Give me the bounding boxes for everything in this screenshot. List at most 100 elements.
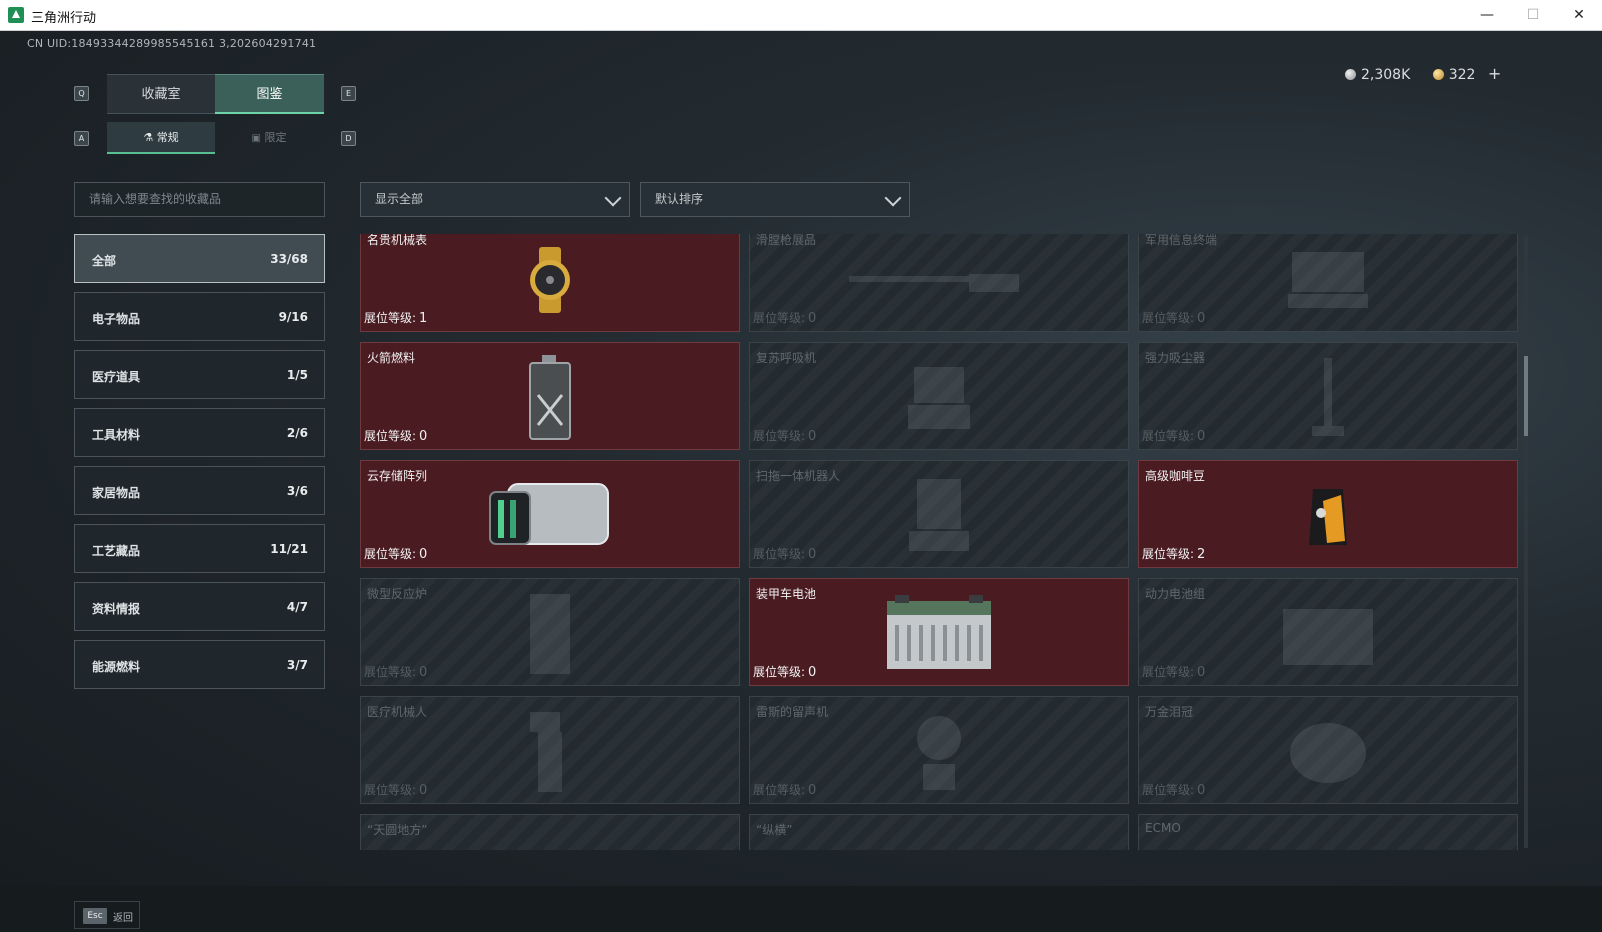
category-electronics[interactable]: 电子物品 9/16 — [74, 292, 325, 341]
item-level: 展位等级: 0 — [753, 663, 816, 680]
level-value: 1 — [419, 311, 428, 326]
close-button[interactable]: ✕ — [1556, 0, 1602, 31]
tab-collection-room[interactable]: 收藏室 — [107, 74, 215, 114]
category-energy[interactable]: 能源燃料 3/7 — [74, 640, 325, 689]
item-card[interactable]: 雷斯的留声机 展位等级: 0 — [749, 696, 1129, 804]
chevron-down-icon — [604, 189, 622, 207]
sort-dropdown[interactable]: 默认排序 — [640, 182, 910, 217]
category-household[interactable]: 家居物品 3/6 — [74, 466, 325, 515]
esc-key-hint: Esc — [83, 908, 107, 924]
footer-bar: Esc 返回 — [0, 886, 1602, 932]
item-name: 高级咖啡豆 — [1145, 469, 1206, 483]
battery-icon — [887, 595, 991, 670]
item-card[interactable]: 名贵机械表 展位等级: 1 — [360, 234, 740, 332]
item-card[interactable]: 滑膛枪展品 展位等级: 0 — [749, 234, 1129, 332]
title-bar: 三角洲行动 — ☐ ✕ — [0, 0, 1602, 31]
back-label: 返回 — [113, 913, 133, 924]
subtab-regular[interactable]: ⚗ 常规 — [107, 122, 215, 154]
currency-bar: 2,308K 322 + — [1345, 64, 1501, 83]
item-level: 展位等级: 0 — [753, 309, 816, 326]
level-value: 0 — [419, 783, 428, 798]
level-value: 0 — [419, 547, 428, 562]
item-card[interactable]: 装甲车电池 展位等级: 0 — [749, 578, 1129, 686]
category-count: 9/16 — [278, 310, 308, 324]
category-count: 3/7 — [286, 658, 308, 672]
level-label: 展位等级: — [364, 783, 417, 797]
fuel-can-icon — [529, 355, 571, 441]
subtab-regular-label: 常规 — [156, 131, 179, 144]
item-card[interactable]: ECMO — [1138, 814, 1518, 850]
category-crafts[interactable]: 工艺藏品 11/21 — [74, 524, 325, 573]
category-label: 工艺藏品 — [92, 544, 141, 558]
item-card[interactable]: 云存储阵列 展位等级: 0 — [360, 460, 740, 568]
item-card[interactable]: “天圆地方” — [360, 814, 740, 850]
category-intel[interactable]: 资料情报 4/7 — [74, 582, 325, 631]
medical-robot-icon — [530, 712, 562, 793]
scrollbar-thumb[interactable] — [1524, 356, 1528, 436]
filter-value: 显示全部 — [375, 192, 424, 206]
level-value: 0 — [808, 429, 817, 444]
item-card[interactable]: 强力吸尘器 展位等级: 0 — [1138, 342, 1518, 450]
item-name: “纵横” — [756, 823, 793, 837]
category-label: 电子物品 — [92, 312, 141, 326]
level-label: 展位等级: — [1142, 311, 1195, 325]
ventilator-icon — [908, 367, 970, 430]
category-label: 医疗道具 — [92, 370, 141, 384]
category-all[interactable]: 全部 33/68 — [74, 234, 325, 283]
storage-array-icon — [489, 483, 609, 546]
tab-atlas[interactable]: 图鉴 — [215, 74, 324, 114]
robot-vacuum-icon — [909, 479, 969, 552]
add-currency-button[interactable]: + — [1488, 64, 1501, 83]
coffee-bag-icon — [1309, 489, 1347, 546]
item-card[interactable]: 万金泪冠 展位等级: 0 — [1138, 696, 1518, 804]
item-card[interactable]: 高级咖啡豆 展位等级: 2 — [1138, 460, 1518, 568]
item-level: 展位等级: 0 — [1142, 781, 1205, 798]
maximize-button[interactable]: ☐ — [1510, 0, 1556, 31]
category-label: 能源燃料 — [92, 660, 141, 674]
item-card[interactable]: 医疗机械人 展位等级: 0 — [360, 696, 740, 804]
subtab-limited-label: 限定 — [264, 131, 287, 144]
key-hint-d: D — [341, 131, 356, 146]
gramophone-icon — [917, 716, 961, 791]
item-card[interactable]: 动力电池组 展位等级: 0 — [1138, 578, 1518, 686]
reactor-icon — [530, 594, 570, 675]
minimize-button[interactable]: — — [1464, 0, 1510, 31]
category-medical[interactable]: 医疗道具 1/5 — [74, 350, 325, 399]
item-name: 微型反应炉 — [367, 587, 428, 601]
item-card[interactable]: 微型反应炉 展位等级: 0 — [360, 578, 740, 686]
level-label: 展位等级: — [753, 429, 806, 443]
item-name: 雷斯的留声机 — [756, 705, 829, 719]
search-input[interactable]: 请输入想要查找的收藏品 — [74, 182, 325, 217]
chevron-down-icon — [884, 189, 902, 207]
item-name: 军用信息终端 — [1145, 234, 1218, 247]
item-card[interactable]: 复苏呼吸机 展位等级: 0 — [749, 342, 1129, 450]
game-window: 三角洲行动 — ☐ ✕ CN UID:18493344289985545161 … — [0, 0, 1602, 932]
item-level: 展位等级: 0 — [364, 663, 427, 680]
grid-scrollbar[interactable] — [1524, 236, 1528, 848]
level-label: 展位等级: — [364, 665, 417, 679]
back-button[interactable]: Esc 返回 — [74, 901, 140, 929]
app-logo-icon — [8, 7, 24, 23]
level-label: 展位等级: — [364, 547, 417, 561]
watch-icon — [530, 247, 570, 314]
silver-coin-icon — [1345, 69, 1356, 80]
item-level: 展位等级: 2 — [1142, 545, 1205, 562]
category-count: 3/6 — [286, 484, 308, 498]
item-card[interactable]: 军用信息终端 展位等级: 0 — [1138, 234, 1518, 332]
category-tools[interactable]: 工具材料 2/6 — [74, 408, 325, 457]
sort-value: 默认排序 — [655, 192, 704, 206]
item-name: 名贵机械表 — [367, 234, 428, 247]
level-value: 0 — [1197, 311, 1206, 326]
item-name: 火箭燃料 — [367, 351, 416, 365]
item-name: ECMO — [1145, 821, 1181, 835]
item-card[interactable]: 火箭燃料 展位等级: 0 — [360, 342, 740, 450]
filter-dropdown[interactable]: 显示全部 — [360, 182, 630, 217]
level-label: 展位等级: — [1142, 547, 1195, 561]
category-label: 资料情报 — [92, 602, 141, 616]
subtab-limited[interactable]: ▣ 限定 — [215, 122, 323, 154]
window-title: 三角洲行动 — [31, 11, 97, 26]
item-card[interactable]: “纵横” — [749, 814, 1129, 850]
item-level: 展位等级: 0 — [1142, 427, 1205, 444]
item-card[interactable]: 扫拖一体机器人 展位等级: 0 — [749, 460, 1129, 568]
level-label: 展位等级: — [753, 665, 806, 679]
